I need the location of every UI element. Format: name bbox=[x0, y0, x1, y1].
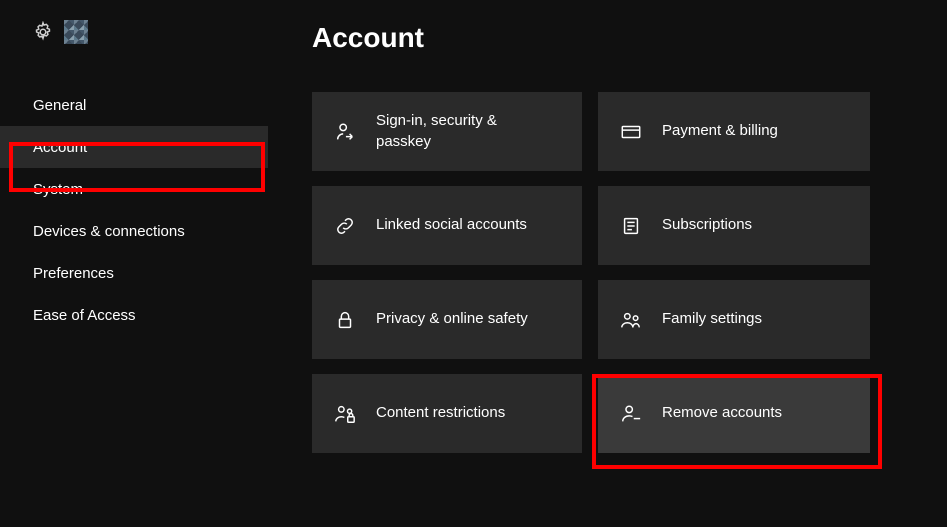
tile-label: Remove accounts bbox=[662, 403, 782, 423]
tile-privacy-safety[interactable]: Privacy & online safety bbox=[312, 280, 582, 359]
tile-label: Linked social accounts bbox=[376, 215, 527, 235]
tile-label: Subscriptions bbox=[662, 215, 752, 235]
page-title: Account bbox=[312, 22, 907, 54]
gear-icon bbox=[32, 21, 54, 43]
sidebar-item-label: System bbox=[33, 181, 83, 198]
lock-icon bbox=[334, 309, 356, 331]
tile-linked-social[interactable]: Linked social accounts bbox=[312, 186, 582, 265]
tile-family-settings[interactable]: Family settings bbox=[598, 280, 870, 359]
account-tile-grid: Sign-in, security & passkey Payment & bi… bbox=[312, 92, 907, 453]
tile-subscriptions[interactable]: Subscriptions bbox=[598, 186, 870, 265]
tile-label: Content restrictions bbox=[376, 403, 505, 423]
person-lock-icon bbox=[334, 403, 356, 425]
sidebar-header bbox=[0, 20, 268, 84]
sidebar-item-label: Preferences bbox=[33, 265, 114, 282]
receipt-icon bbox=[620, 215, 642, 237]
tile-signin-security[interactable]: Sign-in, security & passkey bbox=[312, 92, 582, 171]
person-minus-icon bbox=[620, 403, 642, 425]
tile-label: Payment & billing bbox=[662, 121, 778, 141]
settings-sidebar: General Account System Devices & connect… bbox=[0, 0, 268, 527]
sidebar-item-label: Account bbox=[33, 139, 87, 156]
sidebar-item-general[interactable]: General bbox=[0, 84, 268, 126]
tile-content-restrictions[interactable]: Content restrictions bbox=[312, 374, 582, 453]
sidebar-item-account[interactable]: Account bbox=[0, 126, 268, 168]
person-arrow-icon bbox=[334, 121, 356, 143]
sidebar-item-ease-of-access[interactable]: Ease of Access bbox=[0, 294, 268, 336]
credit-card-icon bbox=[620, 121, 642, 143]
link-icon bbox=[334, 215, 356, 237]
sidebar-item-label: General bbox=[33, 97, 86, 114]
tile-label: Family settings bbox=[662, 309, 762, 329]
sidebar-item-devices-connections[interactable]: Devices & connections bbox=[0, 210, 268, 252]
tile-label: Sign-in, security & passkey bbox=[376, 111, 546, 152]
avatar bbox=[64, 20, 88, 44]
family-icon bbox=[620, 309, 642, 331]
sidebar-item-system[interactable]: System bbox=[0, 168, 268, 210]
sidebar-item-label: Ease of Access bbox=[33, 307, 136, 324]
sidebar-item-preferences[interactable]: Preferences bbox=[0, 252, 268, 294]
sidebar-item-label: Devices & connections bbox=[33, 223, 185, 240]
tile-payment-billing[interactable]: Payment & billing bbox=[598, 92, 870, 171]
main-panel: Account Sign-in, security & passkey Paym… bbox=[268, 0, 947, 527]
tile-remove-accounts[interactable]: Remove accounts bbox=[598, 374, 870, 453]
tile-label: Privacy & online safety bbox=[376, 309, 528, 329]
